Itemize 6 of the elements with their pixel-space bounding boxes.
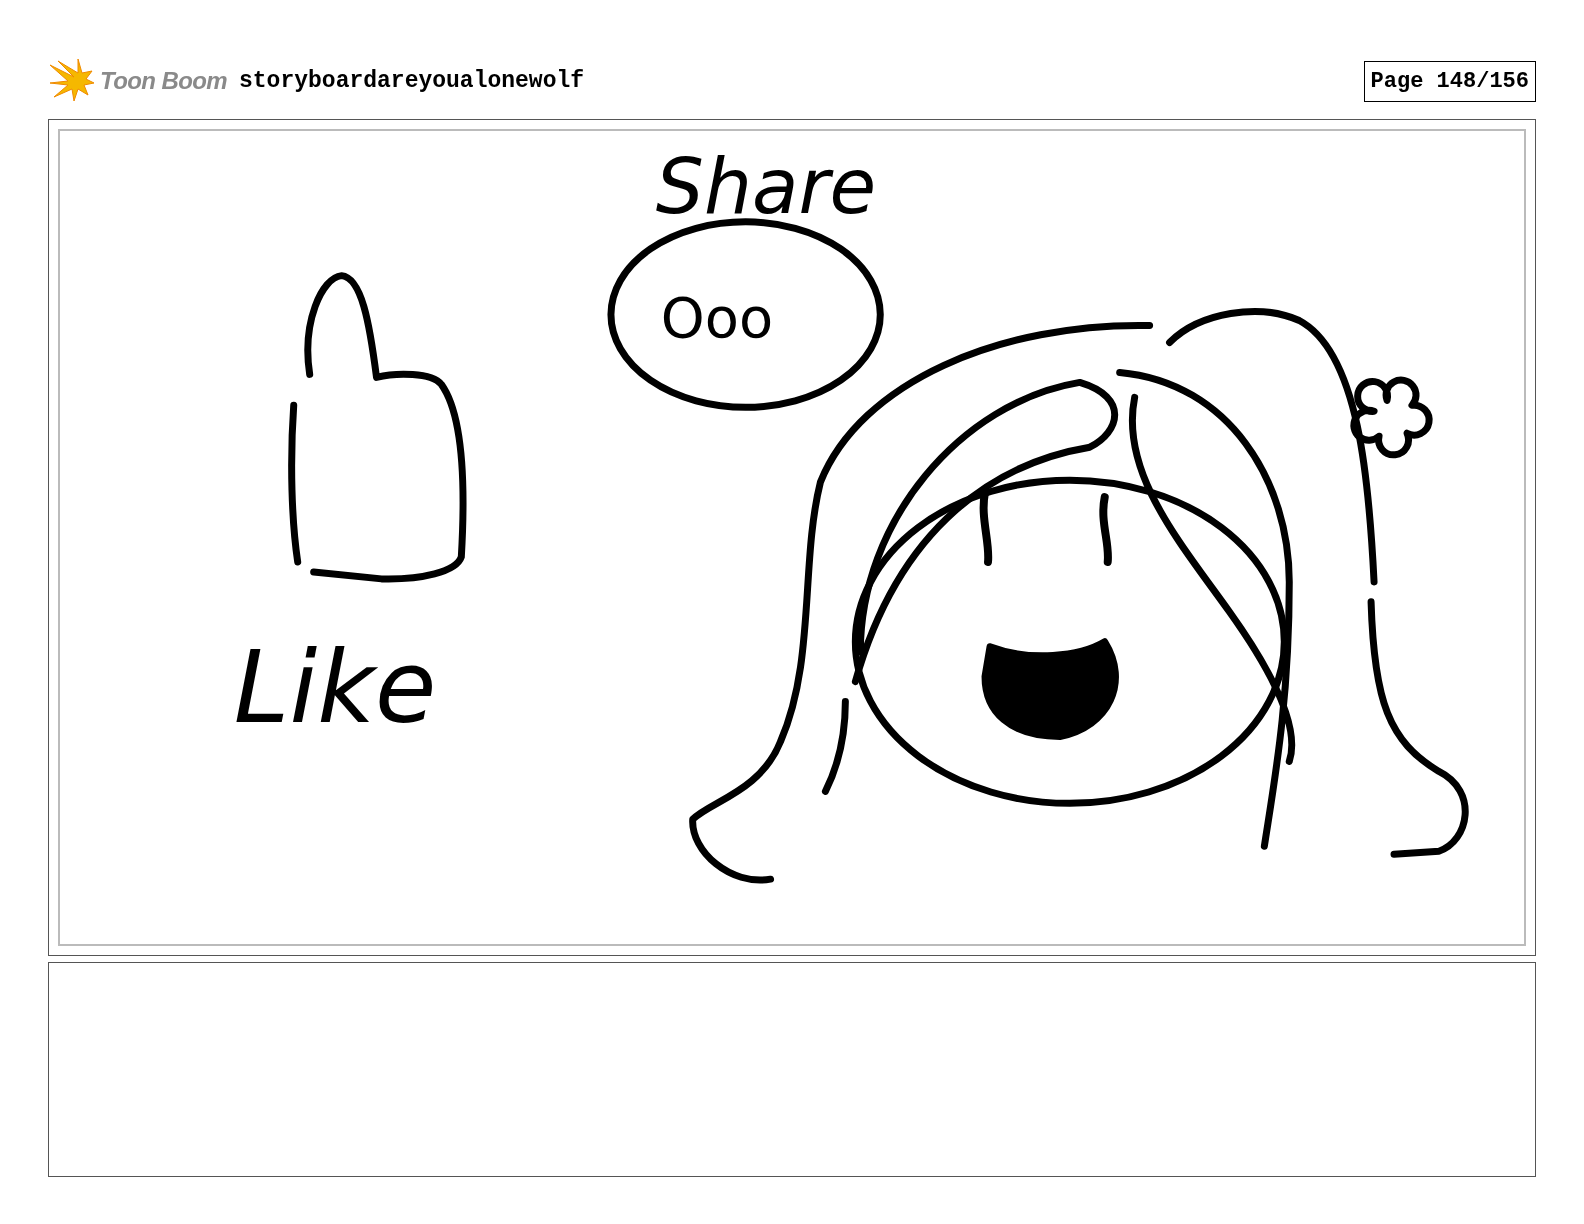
storyboard-title: storyboardareyoualonewolf (239, 66, 585, 96)
bubble-text: Ooo (660, 285, 774, 351)
logo-text: Toon Boom (100, 66, 227, 96)
share-label: Share (655, 142, 877, 231)
like-label: Like (233, 628, 437, 746)
page-number: Page 148/156 (1363, 60, 1536, 102)
